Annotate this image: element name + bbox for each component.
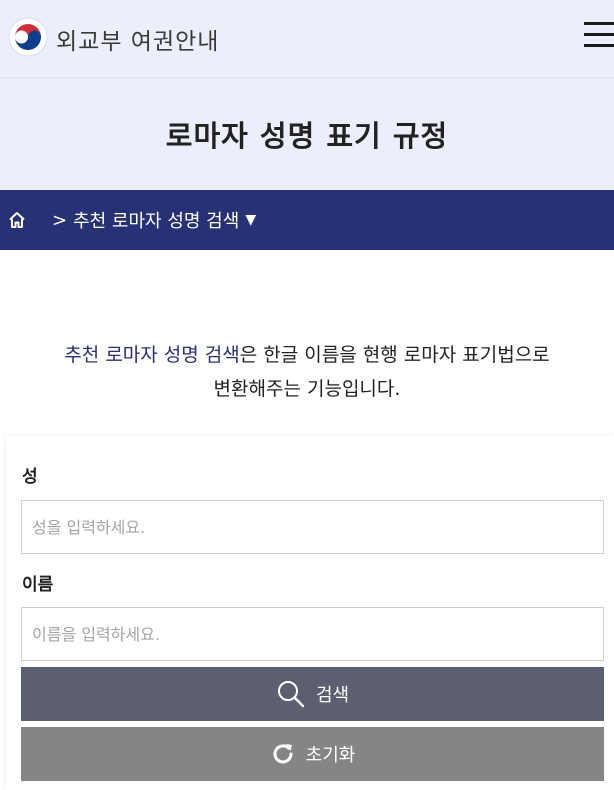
caret-down-icon[interactable]: ▼ (245, 212, 256, 228)
given-name-label: 이름 (22, 575, 54, 595)
given-name-input[interactable] (21, 607, 604, 661)
breadcrumb-current-label: 추천 로마자 성명 검색 (73, 211, 240, 232)
breadcrumb-current[interactable]: > 추천 로마자 성명 검색 ▼ (52, 207, 256, 233)
reset-button-label: 초기화 (305, 745, 356, 766)
hamburger-menu-icon[interactable] (584, 22, 614, 48)
search-button[interactable]: 검색 (21, 667, 604, 721)
taegeuk-emblem-icon[interactable] (8, 17, 48, 57)
search-button-label: 검색 (315, 685, 350, 706)
intro-text: 추천 로마자 성명 검색은 한글 이름을 현행 로마자 표기법으로 변환해주는 … (20, 338, 594, 406)
surname-label: 성 (22, 467, 38, 487)
refresh-icon (273, 744, 293, 764)
intro-line2: 변환해주는 기능입니다. (213, 378, 401, 400)
surname-input[interactable] (21, 500, 604, 554)
chevron-right-icon: > (52, 209, 68, 231)
intro-line1-rest: 은 한글 이름을 현행 로마자 표기법으로 (239, 344, 550, 366)
page-title: 로마자 성명 표기 규정 (165, 119, 449, 153)
page-title-bar: 로마자 성명 표기 규정 (0, 78, 614, 190)
site-header: 외교부 여권안내 (0, 0, 614, 78)
search-icon (277, 681, 305, 708)
reset-button[interactable]: 초기화 (21, 727, 604, 781)
intro-highlight: 추천 로마자 성명 검색 (64, 344, 240, 366)
site-brand[interactable]: 외교부 여권안내 (56, 22, 219, 56)
home-icon[interactable] (8, 211, 26, 229)
